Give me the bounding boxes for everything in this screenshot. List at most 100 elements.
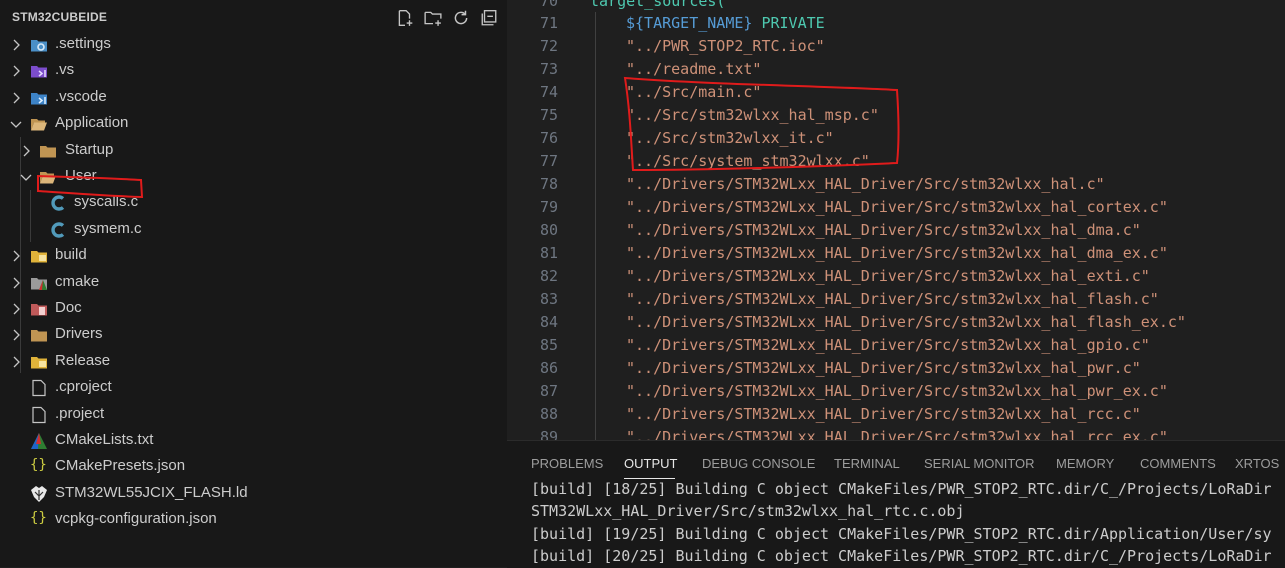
- code-line: 83 "../Drivers/STM32WLxx_HAL_Driver/Src/…: [507, 288, 1285, 311]
- code-line: 87 "../Drivers/STM32WLxx_HAL_Driver/Src/…: [507, 380, 1285, 403]
- c-file-icon: [51, 222, 65, 238]
- tab-comments[interactable]: COMMENTS: [1140, 456, 1216, 471]
- tree-item-cmakepresets[interactable]: {} CMakePresets.json: [0, 454, 507, 480]
- tree-item-label: .vscode: [55, 88, 107, 105]
- code-line: 73 "../readme.txt": [507, 58, 1285, 81]
- active-tab-indicator: [624, 478, 675, 479]
- tree-item-label: CMakeLists.txt: [55, 431, 154, 448]
- indent-guide: [595, 58, 596, 81]
- file-icon: [32, 379, 46, 397]
- folder-icon: [40, 146, 56, 158]
- tree-item-settings[interactable]: .settings: [0, 32, 507, 58]
- tree-item-label: Startup: [65, 141, 114, 158]
- tree-item-startup[interactable]: Startup: [0, 138, 507, 164]
- output-line: [build] [18/25] Building C object CMakeF…: [531, 480, 1272, 498]
- collapse-all-icon[interactable]: [478, 7, 500, 29]
- code-variable: ${TARGET_NAME}: [626, 14, 753, 32]
- explorer-sidebar: STM32CUBEIDE .settings .vs .vscode Appli…: [0, 0, 507, 567]
- line-number: 72: [539, 37, 558, 55]
- tree-item-label: .vs: [55, 61, 75, 78]
- code-editor[interactable]: 70 target_sources( 71 ${TARGET_NAME} PRI…: [507, 0, 1285, 440]
- line-number: 74: [539, 83, 558, 101]
- vs-folder-icon: [31, 66, 47, 78]
- output-line: [build] [19/25] Building C object CMakeF…: [531, 525, 1272, 543]
- indent-guide: [595, 81, 596, 104]
- line-number: 82: [539, 267, 558, 285]
- code-text: "../Src/stm32wlxx_hal_msp.c": [626, 106, 879, 124]
- code-text: "../Src/stm32wlxx_it.c": [626, 129, 834, 147]
- explorer-title: STM32CUBEIDE: [12, 10, 108, 24]
- tree-item-cmakelists[interactable]: CMakeLists.txt: [0, 428, 507, 454]
- tab-xrtos[interactable]: XRTOS: [1235, 456, 1279, 471]
- tab-output[interactable]: OUTPUT: [624, 456, 677, 471]
- code-line: 86 "../Drivers/STM32WLxx_HAL_Driver/Src/…: [507, 357, 1285, 380]
- tree-item-project[interactable]: .project: [0, 402, 507, 428]
- tree-item-vscode[interactable]: .vscode: [0, 85, 507, 111]
- vscode-folder-icon: [31, 93, 47, 105]
- tree-item-syscalls-c[interactable]: syscalls.c: [0, 190, 507, 216]
- tree-item-vs[interactable]: .vs: [0, 58, 507, 84]
- indent-guide: [595, 311, 596, 334]
- code-line: 81 "../Drivers/STM32WLxx_HAL_Driver/Src/…: [507, 242, 1285, 265]
- tree-item-label: STM32WL55JCIX_FLASH.ld: [55, 484, 248, 501]
- tree-item-build[interactable]: build: [0, 243, 507, 269]
- tree-item-linker-script[interactable]: STM32WL55JCIX_FLASH.ld: [0, 481, 507, 507]
- tab-problems[interactable]: PROBLEMS: [531, 456, 603, 471]
- new-file-icon[interactable]: [394, 7, 416, 29]
- chevron-right-icon: [13, 92, 20, 104]
- tab-serial-monitor[interactable]: SERIAL MONITOR: [924, 456, 1035, 471]
- code-text: "../PWR_STOP2_RTC.ioc": [626, 37, 825, 55]
- new-folder-icon[interactable]: [422, 7, 444, 29]
- indent-guide: [595, 357, 596, 380]
- chevron-right-icon: [13, 356, 20, 368]
- cmake-file-icon: [31, 433, 47, 449]
- code-text: "../Drivers/STM32WLxx_HAL_Driver/Src/stm…: [626, 267, 1150, 285]
- tree-item-user[interactable]: User: [0, 164, 507, 190]
- tab-debug-console[interactable]: DEBUG CONSOLE: [702, 456, 815, 471]
- tree-item-label: Doc: [55, 299, 82, 316]
- line-number: 85: [539, 336, 558, 354]
- code-line: 76 "../Src/stm32wlxx_it.c": [507, 127, 1285, 150]
- indent-guide: [595, 380, 596, 403]
- build-folder-icon: [31, 251, 47, 263]
- line-number: 83: [539, 290, 558, 308]
- code-line: 75 "../Src/stm32wlxx_hal_msp.c": [507, 104, 1285, 127]
- chevron-right-icon: [13, 303, 20, 315]
- tree-item-cproject[interactable]: .cproject: [0, 375, 507, 401]
- bottom-panel: PROBLEMS OUTPUT DEBUG CONSOLE TERMINAL S…: [507, 440, 1285, 568]
- linker-file-icon: [31, 486, 47, 502]
- tree-item-label: .project: [55, 405, 105, 422]
- panel-tab-bar: PROBLEMS OUTPUT DEBUG CONSOLE TERMINAL S…: [507, 441, 1285, 484]
- folder-icon: [31, 330, 47, 342]
- tree-item-doc[interactable]: Doc: [0, 296, 507, 322]
- tree-item-cmake[interactable]: cmake: [0, 270, 507, 296]
- indent-guide: [595, 150, 596, 173]
- refresh-icon[interactable]: [450, 7, 472, 29]
- tree-item-application[interactable]: Application: [0, 111, 507, 137]
- output-line: [build] [20/25] Building C object CMakeF…: [531, 547, 1272, 565]
- tree-item-sysmem-c[interactable]: sysmem.c: [0, 217, 507, 243]
- tab-terminal[interactable]: TERMINAL: [834, 456, 900, 471]
- indent-guide: [595, 196, 596, 219]
- line-number: 75: [539, 106, 558, 124]
- code-line: 74 "../Src/main.c": [507, 81, 1285, 104]
- chevron-down-icon: [20, 174, 32, 181]
- tree-item-vcpkg[interactable]: {} vcpkg-configuration.json: [0, 507, 507, 533]
- tree-item-label: Release: [55, 352, 111, 369]
- line-number: 84: [539, 313, 558, 331]
- code-line: 80 "../Drivers/STM32WLxx_HAL_Driver/Src/…: [507, 219, 1285, 242]
- code-text: "../Drivers/STM32WLxx_HAL_Driver/Src/stm…: [626, 244, 1168, 262]
- tree-item-label: User: [65, 167, 97, 184]
- tree-item-release[interactable]: Release: [0, 349, 507, 375]
- code-line: 84 "../Drivers/STM32WLxx_HAL_Driver/Src/…: [507, 311, 1285, 334]
- tree-item-label: build: [55, 246, 87, 263]
- tree-item-drivers[interactable]: Drivers: [0, 322, 507, 348]
- tab-memory[interactable]: MEMORY: [1056, 456, 1114, 471]
- cmake-folder-icon: [31, 278, 47, 290]
- code-text: "../Drivers/STM32WLxx_HAL_Driver/Src/stm…: [626, 198, 1168, 216]
- line-number: 77: [539, 152, 558, 170]
- line-number: 76: [539, 129, 558, 147]
- chevron-right-icon: [13, 329, 20, 341]
- tree-item-label: .settings: [55, 35, 111, 52]
- chevron-right-icon: [23, 145, 30, 157]
